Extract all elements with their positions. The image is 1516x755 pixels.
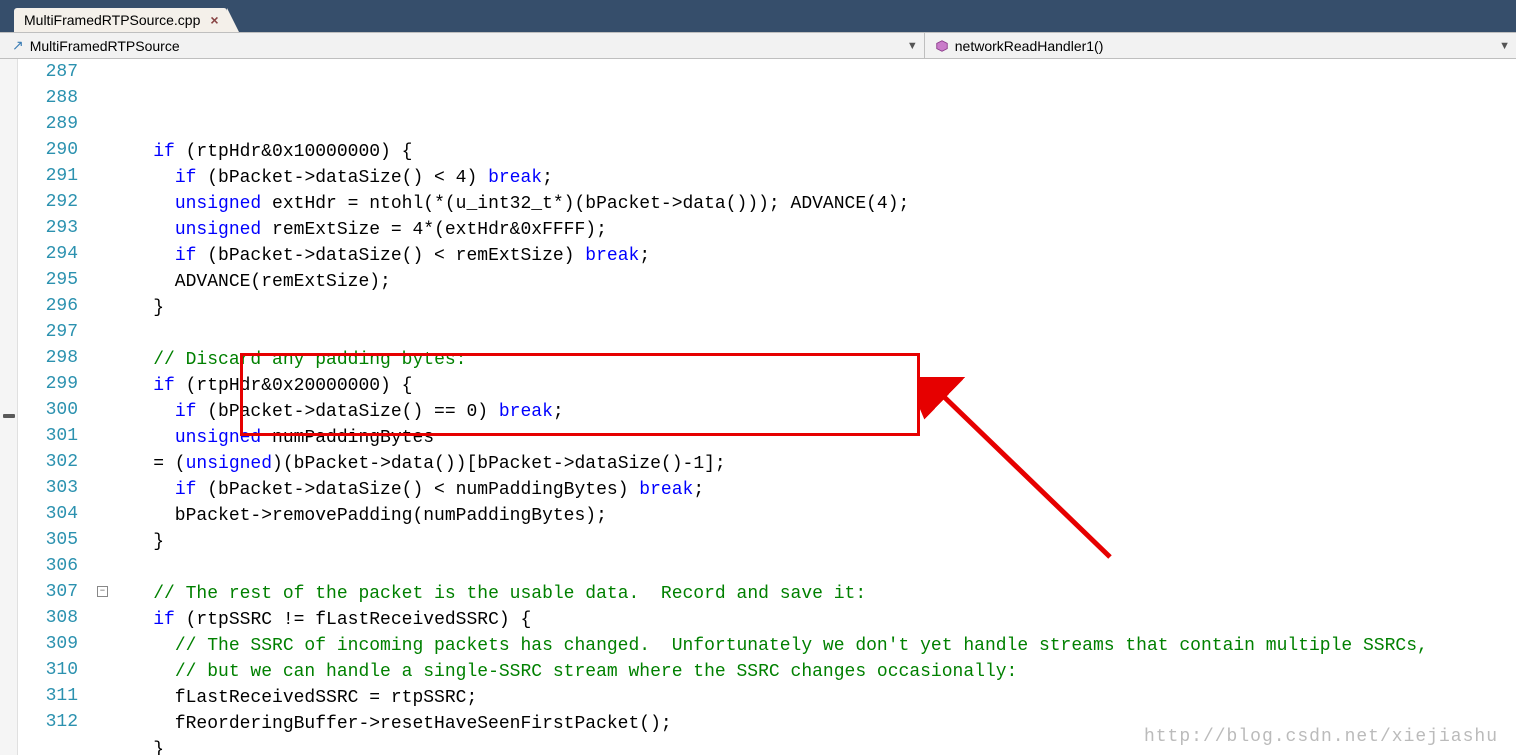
tab-filename: MultiFramedRTPSource.cpp: [24, 12, 200, 28]
close-icon[interactable]: ×: [210, 12, 218, 28]
code-line[interactable]: unsigned remExtSize = 4*(extHdr&0xFFFF);: [110, 217, 1516, 243]
bookmark-marker[interactable]: [3, 414, 15, 418]
line-number: 294: [18, 241, 96, 267]
code-area[interactable]: if (rtpHdr&0x10000000) { if (bPacket->da…: [110, 59, 1516, 755]
code-line[interactable]: if (rtpHdr&0x20000000) {: [110, 373, 1516, 399]
line-number: 293: [18, 215, 96, 241]
chevron-down-icon: ▼: [907, 40, 918, 52]
line-number: 312: [18, 709, 96, 735]
code-line[interactable]: [110, 555, 1516, 581]
tab-bar: MultiFramedRTPSource.cpp ×: [0, 0, 1516, 32]
line-number: 296: [18, 293, 96, 319]
code-line[interactable]: if (bPacket->dataSize() < remExtSize) br…: [110, 243, 1516, 269]
code-line[interactable]: if (rtpSSRC != fLastReceivedSSRC) {: [110, 607, 1516, 633]
code-line[interactable]: // The rest of the packet is the usable …: [110, 581, 1516, 607]
line-number: 300: [18, 397, 96, 423]
line-number: 291: [18, 163, 96, 189]
line-number: 311: [18, 683, 96, 709]
line-number-gutter: 2872882892902912922932942952962972982993…: [18, 59, 96, 755]
line-number: 308: [18, 605, 96, 631]
code-line[interactable]: if (bPacket->dataSize() < 4) break;: [110, 165, 1516, 191]
line-number: 305: [18, 527, 96, 553]
scope-icon: ↗: [12, 37, 24, 54]
scope-dropdown[interactable]: ↗ MultiFramedRTPSource ▼: [0, 33, 925, 58]
code-line[interactable]: }: [110, 529, 1516, 555]
code-editor[interactable]: 2872882892902912922932942952962972982993…: [0, 59, 1516, 755]
code-line[interactable]: unsigned extHdr = ntohl(*(u_int32_t*)(bP…: [110, 191, 1516, 217]
line-number: 295: [18, 267, 96, 293]
line-number: 290: [18, 137, 96, 163]
line-number: 298: [18, 345, 96, 371]
line-number: 307: [18, 579, 96, 605]
line-number: 302: [18, 449, 96, 475]
code-line[interactable]: if (rtpHdr&0x10000000) {: [110, 139, 1516, 165]
line-number: 287: [18, 59, 96, 85]
line-number: 299: [18, 371, 96, 397]
code-line[interactable]: fLastReceivedSSRC = rtpSSRC;: [110, 685, 1516, 711]
code-line[interactable]: // Discard any padding bytes:: [110, 347, 1516, 373]
code-line[interactable]: if (bPacket->dataSize() == 0) break;: [110, 399, 1516, 425]
code-line[interactable]: // but we can handle a single-SSRC strea…: [110, 659, 1516, 685]
fold-toggle-icon[interactable]: −: [97, 586, 108, 597]
member-label: networkReadHandler1(): [955, 38, 1104, 54]
code-line[interactable]: if (bPacket->dataSize() < numPaddingByte…: [110, 477, 1516, 503]
line-number: 289: [18, 111, 96, 137]
navigation-bar: ↗ MultiFramedRTPSource ▼ networkReadHand…: [0, 32, 1516, 59]
code-line[interactable]: ADVANCE(remExtSize);: [110, 269, 1516, 295]
member-dropdown[interactable]: networkReadHandler1() ▼: [925, 33, 1516, 58]
file-tab[interactable]: MultiFramedRTPSource.cpp ×: [14, 8, 227, 32]
line-number: 310: [18, 657, 96, 683]
line-number: 297: [18, 319, 96, 345]
breakpoint-margin[interactable]: [0, 59, 18, 755]
scope-label: MultiFramedRTPSource: [30, 38, 180, 54]
line-number: 306: [18, 553, 96, 579]
code-line[interactable]: = (unsigned)(bPacket->data())[bPacket->d…: [110, 451, 1516, 477]
line-number: 304: [18, 501, 96, 527]
method-icon: [935, 39, 949, 53]
code-line[interactable]: }: [110, 295, 1516, 321]
code-line[interactable]: unsigned numPaddingBytes: [110, 425, 1516, 451]
outline-margin[interactable]: −: [96, 59, 110, 755]
chevron-down-icon: ▼: [1499, 40, 1510, 52]
watermark-text: http://blog.csdn.net/xiejiashu: [1144, 727, 1498, 747]
code-line[interactable]: [110, 321, 1516, 347]
line-number: 288: [18, 85, 96, 111]
code-line[interactable]: // The SSRC of incoming packets has chan…: [110, 633, 1516, 659]
code-line[interactable]: bPacket->removePadding(numPaddingBytes);: [110, 503, 1516, 529]
line-number: 292: [18, 189, 96, 215]
line-number: 303: [18, 475, 96, 501]
line-number: 301: [18, 423, 96, 449]
line-number: 309: [18, 631, 96, 657]
